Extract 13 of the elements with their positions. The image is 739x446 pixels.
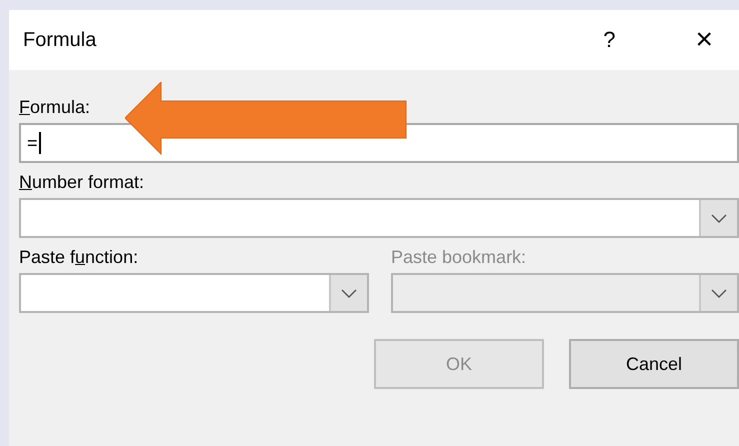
dropdown-field[interactable] xyxy=(19,198,739,238)
help-button[interactable]: ? xyxy=(603,27,616,53)
text-cursor xyxy=(38,132,41,154)
field-label: Paste function: xyxy=(19,246,138,268)
dialog-button[interactable]: Cancel xyxy=(569,339,739,389)
chevron-down-icon[interactable] xyxy=(711,214,727,222)
field-label: Paste bookmark: xyxy=(391,246,526,268)
dropdown-field[interactable] xyxy=(19,273,369,313)
close-button[interactable]: × xyxy=(695,23,713,57)
field-label: Formula: xyxy=(19,96,90,118)
field-label: Number format: xyxy=(19,171,144,193)
window-title: Formula xyxy=(23,28,96,52)
chevron-down-icon[interactable] xyxy=(341,288,357,298)
